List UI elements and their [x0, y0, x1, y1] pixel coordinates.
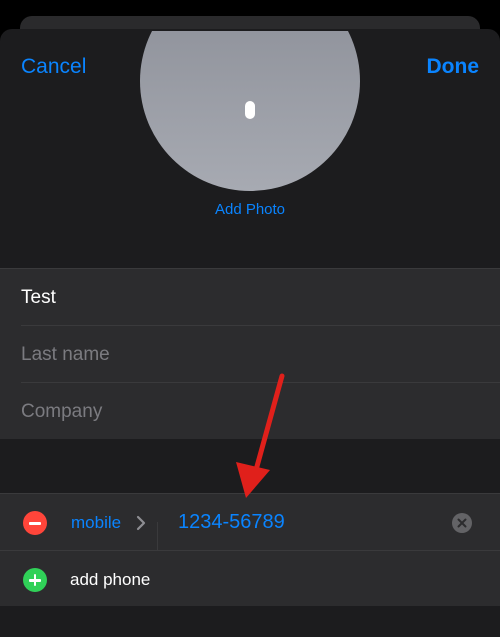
done-button[interactable]: Done	[427, 55, 480, 79]
company-row[interactable]: Company	[21, 383, 500, 439]
company-field[interactable]: Company	[21, 401, 102, 423]
new-contact-sheet: Cancel New Contact Done Add Photo Test L…	[0, 29, 500, 637]
phone-type-label[interactable]: mobile	[71, 513, 121, 533]
add-photo-button[interactable]: Add Photo	[0, 201, 500, 218]
plus-circle-icon[interactable]	[23, 568, 47, 592]
chevron-right-icon[interactable]	[135, 515, 147, 531]
phone-divider	[157, 522, 158, 550]
name-fields-group: Test Last name Company	[0, 268, 500, 439]
last-name-field[interactable]: Last name	[21, 344, 110, 366]
screen: Cancel New Contact Done Add Photo Test L…	[0, 0, 500, 637]
first-name-row[interactable]: Test	[21, 269, 500, 326]
minus-circle-icon[interactable]	[23, 511, 47, 535]
last-name-row[interactable]: Last name	[21, 326, 500, 383]
first-name-field[interactable]: Test	[21, 287, 56, 309]
add-phone-button[interactable]: add phone	[70, 570, 150, 590]
phone-row: mobile 1234-56789	[0, 494, 500, 551]
avatar[interactable]	[140, 31, 360, 191]
phone-fields-group: mobile 1234-56789 add phone	[0, 493, 500, 606]
add-phone-row[interactable]: add phone	[0, 551, 500, 607]
avatar-glyph-icon	[245, 101, 255, 119]
clear-x-icon[interactable]	[452, 513, 472, 533]
phone-number-field[interactable]: 1234-56789	[178, 511, 285, 534]
